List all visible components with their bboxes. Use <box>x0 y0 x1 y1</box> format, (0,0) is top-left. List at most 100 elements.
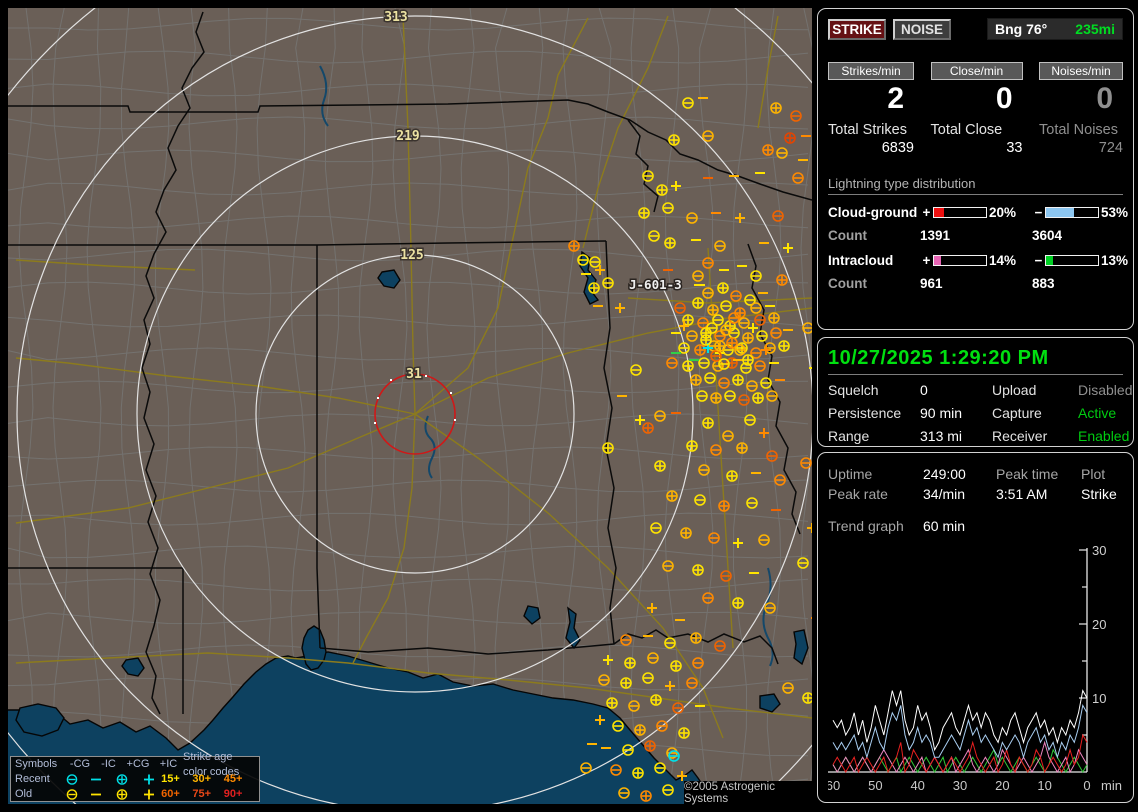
legend-old-row: Old 60+ 75+ 90+ <box>15 787 255 802</box>
legend-recent-label: Recent <box>15 773 50 785</box>
noises-per-min-chip: Noises/min <box>1039 62 1123 80</box>
range-label: Range <box>828 428 870 444</box>
close-column: Close/min 0 Total Close 33 <box>930 62 1023 156</box>
strike-mode-button[interactable]: STRIKE <box>828 18 886 40</box>
distance-value: 235mi <box>1075 21 1115 37</box>
peak-rate-value: 34/min <box>923 486 966 502</box>
cloud-ground-count-row: Count 1391 3604 <box>828 228 1123 243</box>
uptime-label: Uptime <box>828 466 873 482</box>
cg-plus-pct: 20% <box>989 205 1017 220</box>
svg-text:313: 313 <box>384 10 407 25</box>
legend-pcg-label: +CG <box>126 758 150 770</box>
noise-mode-button[interactable]: NOISE <box>893 18 951 40</box>
squelch-label: Squelch <box>828 382 879 398</box>
persistence-label: Persistence <box>828 405 902 421</box>
upload-value: Disabled <box>1078 382 1133 398</box>
capture-label: Capture <box>992 405 1042 421</box>
ic-plus-bar <box>933 255 987 266</box>
range-value: 313 mi <box>920 428 963 444</box>
plot-label: Plot <box>1081 466 1106 482</box>
plot-value: Strike <box>1081 486 1117 502</box>
legend-p-old-icon <box>136 787 161 802</box>
trend-graph: 10 20 30 60 50 40 30 20 10 0 min <box>826 543 1122 793</box>
trend-graph-label: Trend graph <box>828 518 904 534</box>
bearing-value: Bng 76° <box>995 21 1048 37</box>
close-per-min-chip: Close/min <box>930 62 1023 80</box>
legend-p-recent-icon <box>136 772 161 787</box>
legend-cp-recent-icon <box>108 772 136 787</box>
svg-text:30: 30 <box>1092 544 1106 558</box>
status-panel: 10/27/2025 1:29:20 PM Squelch 0 Upload D… <box>817 337 1134 447</box>
receiver-label: Receiver <box>992 428 1048 444</box>
cg-minus-bar <box>1045 207 1099 218</box>
app-window: { "header": { "strike_btn": "STRIKE", "n… <box>0 0 1138 812</box>
age-code-30+: 30+ <box>192 773 212 785</box>
peak-time-label: Peak time <box>996 466 1059 482</box>
bearing-readout: Bng 76° 235mi <box>987 18 1123 40</box>
plus-sign: + <box>922 253 931 268</box>
legend-cm-old-icon <box>58 787 84 802</box>
legend-symbols-label: Symbols <box>15 758 58 770</box>
legend-nic-label: -IC <box>101 758 116 770</box>
total-noises-value: 724 <box>1098 140 1123 156</box>
cg-minus-count: 3604 <box>1032 228 1063 243</box>
age-code-15+: 15+ <box>161 773 180 785</box>
ic-minus-pct: 13% <box>1101 253 1129 268</box>
strikes-column: Strikes/min 2 Total Strikes 6839 <box>828 62 914 156</box>
intracloud-label: Intracloud <box>828 253 894 268</box>
intracloud-row: Intracloud + 14% − 13% <box>828 253 1128 268</box>
lightning-map[interactable]: 313 219 125 31 J-601-3 Symbols -CG -IC +CG … <box>8 8 812 805</box>
svg-text:30: 30 <box>953 778 967 793</box>
age-code-75+: 75+ <box>192 788 212 800</box>
mode-toolbar: STRIKE NOISE Bng 76° 235mi <box>828 18 1123 40</box>
peak-time-value: 3:51 AM <box>996 486 1048 502</box>
svg-text:125: 125 <box>400 248 423 263</box>
stats-row: Peak rate 34/min 3:51 AM Strike <box>828 486 1123 502</box>
legend-recent-row: Recent 15+ 30+ 45+ <box>15 772 255 787</box>
strikes-per-min-chip: Strikes/min <box>828 62 914 80</box>
trend-row: Trend graph 60 min <box>828 518 1123 534</box>
upload-label: Upload <box>992 382 1037 398</box>
datetime-display: 10/27/2025 1:29:20 PM <box>828 347 1123 375</box>
rate-counters: Strikes/min 2 Total Strikes 6839 Close/m… <box>828 62 1123 156</box>
legend-cm-recent-icon <box>58 772 84 787</box>
stats-row: Uptime 249:00 Peak time Plot <box>828 466 1123 482</box>
storm-track-label: J-601-3 <box>629 277 682 292</box>
status-row: Persistence 90 min Capture Active <box>828 405 1123 421</box>
capture-value: Active <box>1078 405 1117 421</box>
count-label: Count <box>828 276 867 291</box>
strike-counter-panel: STRIKE NOISE Bng 76° 235mi Strikes/min 2… <box>817 8 1134 330</box>
svg-text:10: 10 <box>1037 778 1051 793</box>
svg-text:50: 50 <box>868 778 882 793</box>
ic-plus-count: 961 <box>920 276 943 291</box>
total-noises-label: Total Noises <box>1039 122 1118 138</box>
svg-text:20: 20 <box>995 778 1009 793</box>
squelch-value: 0 <box>920 382 928 398</box>
cloud-ground-label: Cloud-ground <box>828 205 918 220</box>
total-close-label: Total Close <box>930 122 1003 138</box>
legend-ncg-label: -CG <box>69 758 91 770</box>
noises-column: Noises/min 0 Total Noises 724 <box>1039 62 1123 156</box>
age-code-90+: 90+ <box>223 788 243 800</box>
legend-pic-label: +IC <box>159 758 178 770</box>
minus-sign: − <box>1034 253 1043 268</box>
legend-cp-old-icon <box>108 787 136 802</box>
svg-text:31: 31 <box>406 367 422 382</box>
age-code-45+: 45+ <box>223 773 243 785</box>
svg-text:60: 60 <box>828 778 840 793</box>
distribution-title: Lightning type distribution <box>828 176 1123 195</box>
strikes-per-min-value: 2 <box>887 82 904 115</box>
symbol-legend: Symbols -CG -IC +CG +IC Strike age color… <box>10 751 260 802</box>
cg-plus-count: 1391 <box>920 228 951 243</box>
legend-m-recent-icon <box>85 772 108 787</box>
count-label: Count <box>828 228 867 243</box>
legend-old-label: Old <box>15 788 33 800</box>
copyright-bar: ©2005 Astrogenic Systems <box>684 781 812 805</box>
receiver-value: Enabled <box>1078 428 1130 444</box>
svg-text:min: min <box>1101 778 1122 793</box>
status-row: Squelch 0 Upload Disabled <box>828 382 1132 398</box>
legend-header-row: Symbols -CG -IC +CG +IC Strike age color… <box>15 751 255 778</box>
close-per-min-value: 0 <box>995 82 1013 115</box>
legend-m-old-icon <box>85 787 108 802</box>
intracloud-count-row: Count 961 883 <box>828 276 1123 291</box>
